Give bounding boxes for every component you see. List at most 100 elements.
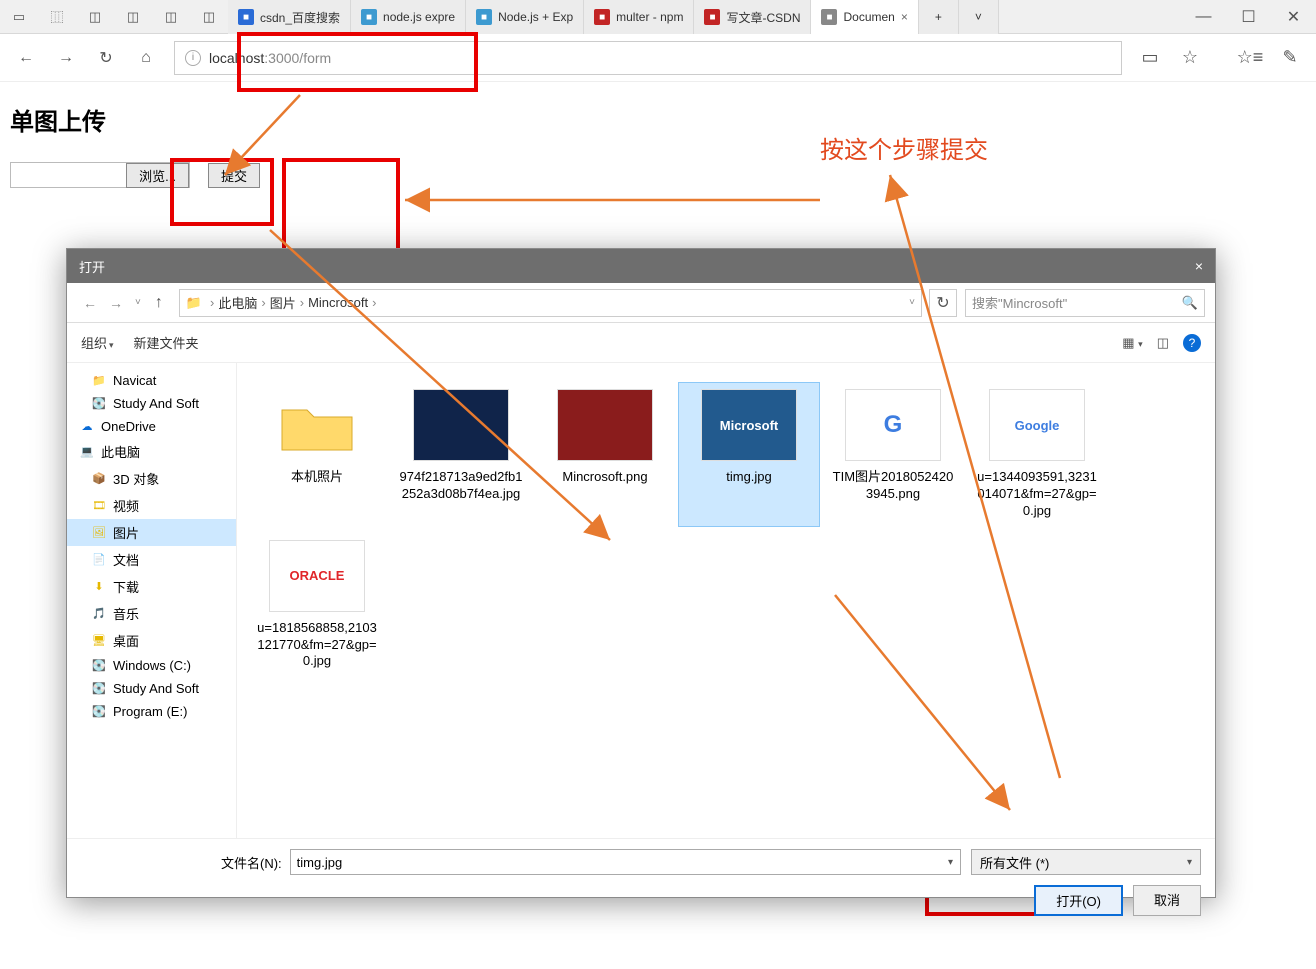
dialog-up-button[interactable]: ↑ (155, 294, 163, 312)
panel-icon[interactable]: ▭ (0, 0, 38, 34)
tree-node[interactable]: 💽Study And Soft (67, 677, 236, 700)
new-tab-button[interactable]: + (919, 0, 959, 34)
notes-icon[interactable]: ✎ (1270, 38, 1310, 78)
tree-node[interactable]: 💻此电脑 (67, 438, 236, 465)
breadcrumb-item[interactable]: 图片 (270, 293, 296, 312)
open-button[interactable]: 打开(O) (1034, 885, 1123, 916)
panel-icon[interactable]: ◫ (76, 0, 114, 34)
tree-node[interactable]: 📦3D 对象 (67, 465, 236, 492)
tree-icon: 🎞 (91, 499, 107, 513)
back-button[interactable]: ← (6, 38, 46, 78)
file-item[interactable]: 974f218713a9ed2fb1252a3d08b7f4ea.jpg (391, 383, 531, 526)
cancel-button[interactable]: 取消 (1133, 885, 1201, 916)
dialog-title-bar[interactable]: 打开 × (67, 249, 1215, 283)
file-item[interactable]: Googleu=1344093591,3231014071&fm=27&gp=0… (967, 383, 1107, 526)
folder-tree[interactable]: 📁Navicat 💽 Study And Soft ☁OneDrive💻此电脑📦3D … (67, 363, 237, 838)
dialog-bottom: 文件名(N): ▾ 所有文件 (*) ▾ 打开(O) 取消 (67, 838, 1215, 926)
refresh-button[interactable]: ↻ (86, 38, 126, 78)
file-name: u=1818568858,2103121770&fm=27&gp=0.jpg (251, 620, 383, 671)
submit-button[interactable]: 提交 (208, 163, 260, 188)
tree-label: 音乐 (113, 604, 139, 623)
tree-node[interactable]: 🎵音乐 (67, 600, 236, 627)
url-host: localhost (209, 50, 264, 66)
breadcrumb-sep: › (372, 295, 376, 310)
panel-icon[interactable]: ◫ (190, 0, 228, 34)
browser-tab[interactable]: ■node.js expre (351, 0, 466, 34)
dialog-nav-bar: ← → ˅ ↑ 📁 › 此电脑 › 图片 › Mincrosoft › ˅ ↻ … (67, 283, 1215, 323)
tree-label: OneDrive (101, 419, 156, 434)
browser-tab[interactable]: ■multer - npm (584, 0, 694, 34)
browser-tab[interactable]: ■Node.js + Exp (466, 0, 584, 34)
panel-icon[interactable]: ◫ (114, 0, 152, 34)
dialog-close-button[interactable]: × (1195, 258, 1203, 274)
page-content: 单图上传 浏览... 提交 (0, 82, 1316, 208)
tree-node[interactable]: 💽Windows (C:) (67, 654, 236, 677)
tree-label: 文档 (113, 550, 139, 569)
filename-label: 文件名(N): (221, 853, 282, 872)
tree-node[interactable]: 💽 Study And Soft (67, 392, 236, 415)
file-item[interactable]: 本机照片 (247, 383, 387, 526)
help-button[interactable]: ? (1183, 334, 1201, 352)
filename-input[interactable] (290, 849, 961, 875)
site-info-icon[interactable]: i (185, 50, 201, 66)
tab-favicon: ■ (821, 9, 837, 25)
tree-label: Study And Soft (113, 396, 199, 411)
file-type-filter[interactable]: 所有文件 (*) ▾ (971, 849, 1201, 875)
tree-node[interactable]: 🎞视频 (67, 492, 236, 519)
tab-close-icon[interactable]: × (901, 10, 908, 24)
favorites-hub-icon[interactable]: ☆≡ (1230, 38, 1270, 78)
preview-pane-button[interactable]: ◫ (1157, 335, 1169, 351)
breadcrumb-dropdown[interactable]: ˅ (909, 297, 915, 308)
minimize-button[interactable]: — (1181, 0, 1226, 34)
browser-tab[interactable]: ■Documen× (811, 0, 918, 34)
chevron-down-icon: ▾ (1187, 857, 1192, 868)
tree-node[interactable]: 🖥桌面 (67, 627, 236, 654)
dialog-forward-button[interactable]: → (109, 295, 123, 311)
tree-node[interactable]: 📄 文档 (67, 546, 236, 573)
favorite-icon[interactable]: ☆ (1170, 38, 1210, 78)
file-input[interactable]: 浏览... (10, 162, 190, 188)
tree-icon: 💽 (91, 397, 107, 411)
tab-favicon: ■ (361, 9, 377, 25)
tab-title: Node.js + Exp (498, 10, 573, 24)
dialog-search-input[interactable]: 搜索"Mincrosoft" 🔍 (965, 289, 1205, 317)
browser-tab[interactable]: ■csdn_百度搜索 (228, 0, 351, 34)
tree-node[interactable]: ☁OneDrive (67, 415, 236, 438)
browser-tab-strip: ▭ ⿲ ◫ ◫ ◫ ◫ ■csdn_百度搜索■node.js expre■Nod… (0, 0, 1316, 34)
tree-node[interactable]: 🖼图片 (67, 519, 236, 546)
image-thumbnail: G (845, 389, 941, 461)
tree-icon: 📄 (91, 553, 107, 567)
tree-node[interactable]: ⬇下载 (67, 573, 236, 600)
browser-tab[interactable]: ■写文章-CSDN (694, 0, 811, 34)
breadcrumb-item[interactable]: 此电脑 (218, 293, 257, 312)
file-item[interactable]: GTIM图片20180524203945.png (823, 383, 963, 526)
dialog-back-button[interactable]: ← (83, 295, 97, 311)
tab-overflow-button[interactable]: ˅ (959, 0, 999, 34)
file-item[interactable]: Microsofttimg.jpg (679, 383, 819, 526)
new-folder-button[interactable]: 新建文件夹 (134, 333, 199, 352)
file-name: Mincrosoft.png (558, 469, 651, 486)
window-controls: — ☐ ✕ (1181, 0, 1316, 33)
maximize-button[interactable]: ☐ (1226, 0, 1271, 34)
address-bar[interactable]: i localhost:3000/form (174, 41, 1122, 75)
reading-view-icon[interactable]: ▭ (1130, 38, 1170, 78)
file-item[interactable]: ORACLEu=1818568858,2103121770&fm=27&gp=0… (247, 534, 387, 677)
browse-button[interactable]: 浏览... (126, 163, 189, 188)
tree-node[interactable]: 💽Program (E:) (67, 700, 236, 723)
file-name: u=1344093591,3231014071&fm=27&gp=0.jpg (971, 469, 1103, 520)
dialog-refresh-button[interactable]: ↻ (929, 289, 957, 317)
file-grid[interactable]: 本机照片974f218713a9ed2fb1252a3d08b7f4ea.jpg… (237, 363, 1215, 838)
forward-button[interactable]: → (46, 38, 86, 78)
close-window-button[interactable]: ✕ (1271, 0, 1316, 34)
dialog-recent-dropdown[interactable]: ˅ (135, 297, 141, 308)
file-item[interactable]: Mincrosoft.png (535, 383, 675, 526)
folder-icon: 📁 (186, 295, 202, 311)
home-button[interactable]: ⌂ (126, 38, 166, 78)
panel-icon[interactable]: ⿲ (38, 0, 76, 34)
breadcrumb-item[interactable]: Mincrosoft (308, 295, 368, 310)
organize-button[interactable]: 组织▾ (81, 333, 114, 352)
breadcrumb[interactable]: 📁 › 此电脑 › 图片 › Mincrosoft › ˅ (179, 289, 922, 317)
panel-icon[interactable]: ◫ (152, 0, 190, 34)
tree-node[interactable]: 📁Navicat (67, 369, 236, 392)
view-mode-button[interactable]: ▦ ▾ (1122, 335, 1142, 351)
